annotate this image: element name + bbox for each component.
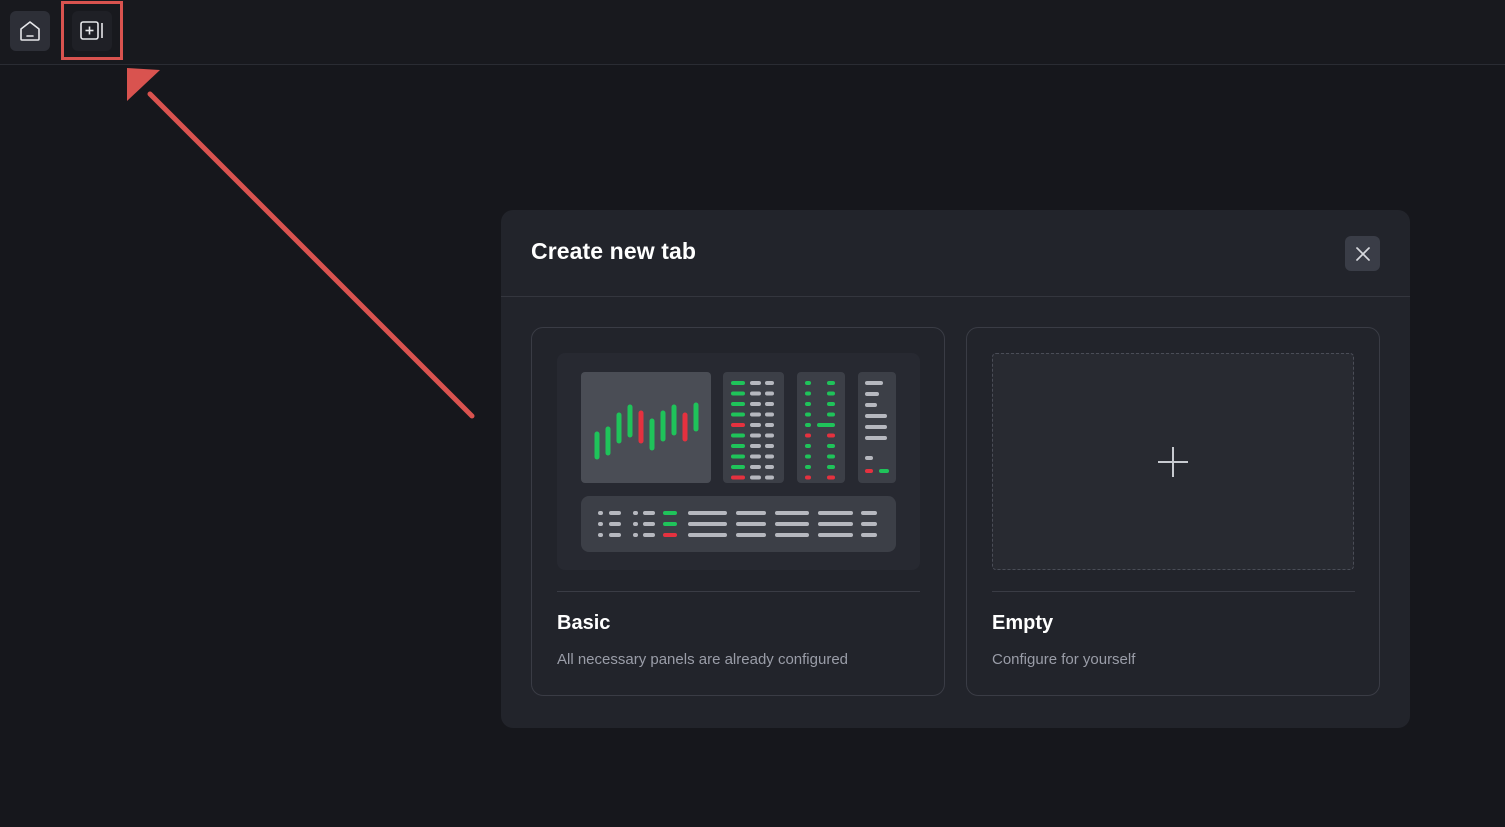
create-tab-modal: Create new tab Basic All necessary panel… — [501, 210, 1410, 728]
home-icon — [20, 21, 40, 41]
basic-layout-preview — [557, 353, 920, 570]
plus-icon — [1158, 446, 1188, 477]
modal-title: Create new tab — [531, 238, 697, 264]
new-tab-button[interactable] — [72, 11, 112, 51]
option-title: Empty — [992, 612, 1054, 634]
top-toolbar — [0, 0, 1505, 65]
close-icon — [1355, 246, 1370, 261]
option-description: Configure for yourself — [992, 651, 1136, 668]
add-panel-icon — [80, 21, 103, 40]
empty-layout-card[interactable]: Empty Configure for yourself — [966, 327, 1380, 696]
close-button[interactable] — [1345, 236, 1380, 271]
modal-header: Create new tab — [501, 210, 1410, 297]
option-title: Basic — [557, 612, 611, 634]
basic-layout-card[interactable]: Basic All necessary panels are already c… — [531, 327, 945, 696]
trading-layout-preview-illustration — [581, 372, 896, 552]
card-divider — [557, 591, 920, 592]
empty-layout-preview — [992, 353, 1354, 570]
card-divider — [992, 591, 1355, 592]
home-button[interactable] — [10, 11, 50, 51]
option-description: All necessary panels are already configu… — [557, 651, 848, 668]
